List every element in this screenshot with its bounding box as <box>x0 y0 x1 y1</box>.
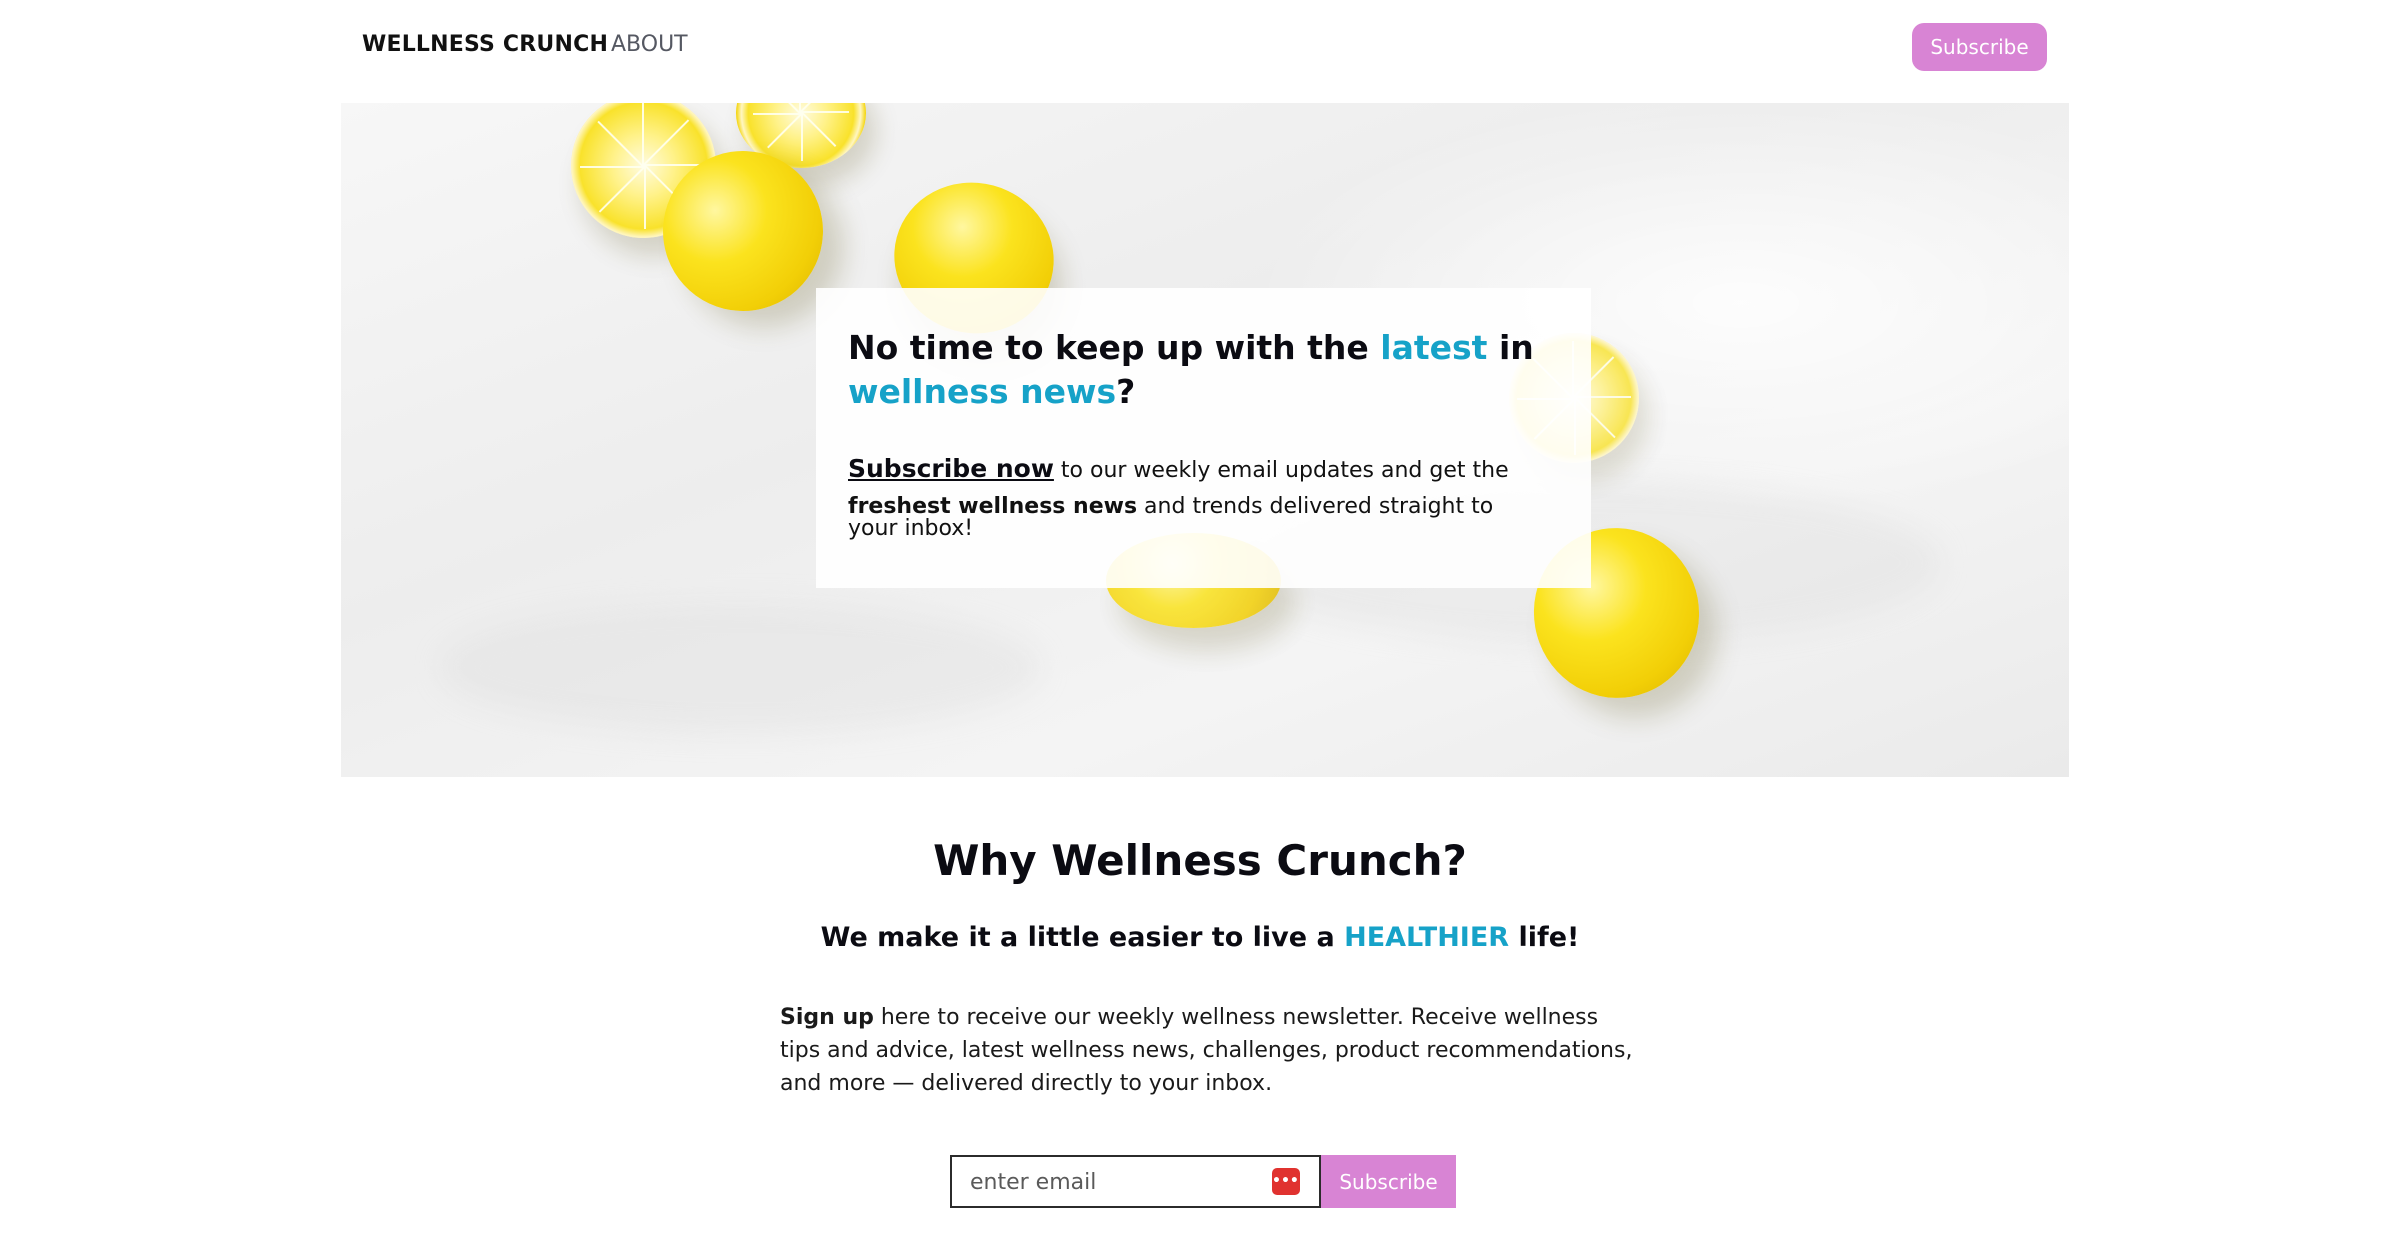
lemon-segment <box>766 113 803 149</box>
hero-title-text: in <box>1487 328 1534 367</box>
brand-logo[interactable]: WELLNESS CRUNCH <box>362 32 608 57</box>
why-body-text: here to receive our weekly wellness news… <box>780 1005 1633 1096</box>
hero-title-text: ? <box>1116 372 1136 411</box>
why-body: Sign up here to receive our weekly welln… <box>780 1001 1640 1100</box>
hero-title: No time to keep up with the latest in we… <box>848 326 1558 414</box>
email-input[interactable] <box>968 1157 1262 1208</box>
lemon-segment <box>598 165 645 213</box>
hero-title-text: No time to keep up with the <box>848 328 1381 367</box>
nav-about-link[interactable]: ABOUT <box>611 32 688 57</box>
why-body-bold: Sign up <box>780 1005 874 1030</box>
hero-description: Subscribe now to our weekly email update… <box>848 456 1548 540</box>
lemon-segment <box>801 111 837 148</box>
hero-card: No time to keep up with the latest in we… <box>816 288 1591 588</box>
hero-banner: No time to keep up with the latest in we… <box>341 103 2069 777</box>
nav-subscribe-button[interactable]: Subscribe <box>1912 23 2047 71</box>
why-subtitle-accent: HEALTHIER <box>1344 922 1510 953</box>
lemon-segment <box>642 118 689 166</box>
hero-title-accent: wellness news <box>848 372 1117 411</box>
why-title: Why Wellness Crunch? <box>933 836 1467 885</box>
lemon-segment <box>643 165 646 230</box>
lemon-segment <box>801 111 850 113</box>
subscribe-button[interactable]: Subscribe <box>1321 1155 1456 1208</box>
lemon-segment <box>596 120 644 167</box>
lemon-segment <box>801 113 803 162</box>
hero-title-accent: latest <box>1380 328 1488 367</box>
subscribe-now-link[interactable]: Subscribe now <box>848 454 1054 483</box>
password-manager-icon[interactable]: •••| <box>1272 1168 1304 1195</box>
why-subtitle: We make it a little easier to live a HEA… <box>0 922 2400 953</box>
email-field-container: •••| <box>950 1155 1321 1208</box>
fabric-fold <box>441 603 1041 733</box>
lemon-segment <box>641 103 644 166</box>
top-nav: WELLNESS CRUNCH ABOUT Subscribe <box>0 0 2400 95</box>
why-subtitle-text: life! <box>1509 922 1580 953</box>
hero-text: to our weekly email updates and get the <box>1053 458 1509 483</box>
lemon-segment <box>579 165 644 168</box>
lemon-segment <box>752 113 801 115</box>
why-subtitle-text: We make it a little easier to live a <box>820 922 1345 953</box>
